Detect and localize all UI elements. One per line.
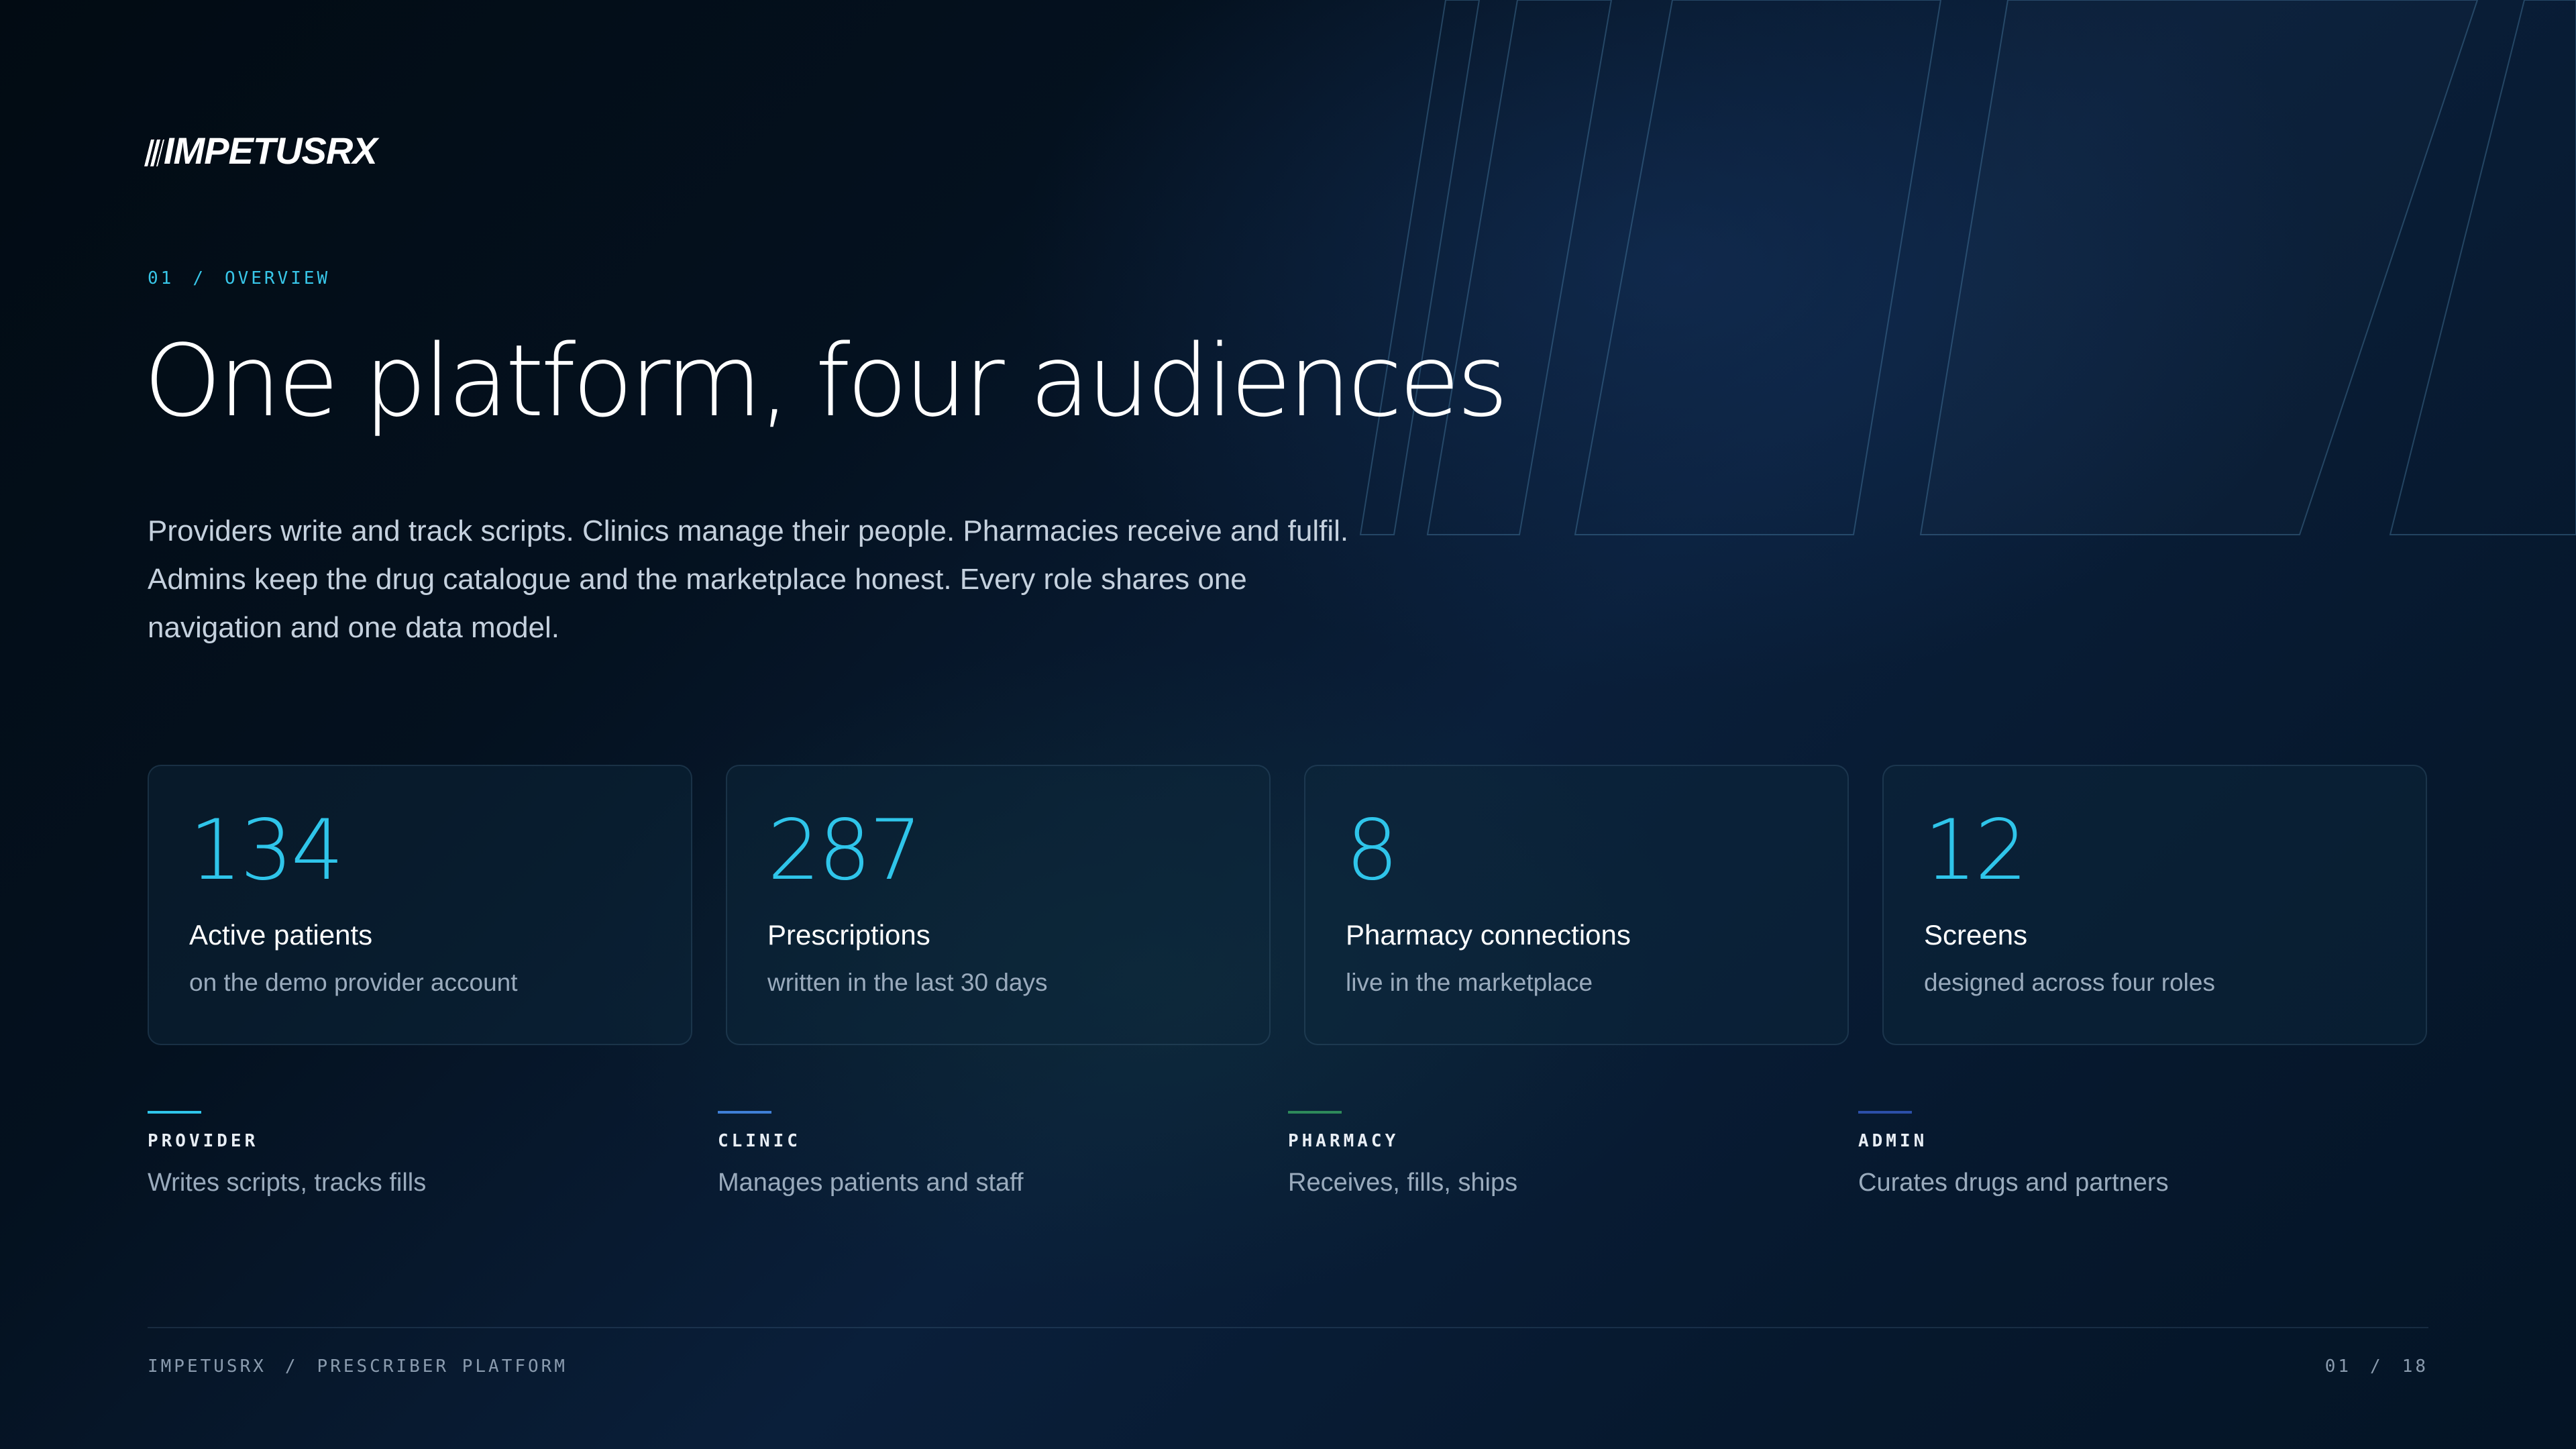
role-accent-rule: [1288, 1111, 1342, 1114]
role-description: Curates drugs and partners: [1858, 1169, 2169, 1197]
role-description: Writes scripts, tracks fills: [148, 1169, 427, 1197]
stat-value: 8: [1346, 802, 1399, 899]
role-admin: ADMIN Curates drugs and partners: [1858, 1111, 2395, 1197]
stat-value: 12: [1924, 802, 2028, 899]
section-eyebrow: 01 / OVERVIEW: [148, 268, 330, 288]
role-accent-rule: [1858, 1111, 1912, 1114]
footer-divider: [148, 1327, 2428, 1328]
section-label: OVERVIEW: [224, 268, 331, 288]
role-name: PROVIDER: [148, 1131, 259, 1151]
logo-mark-icon: [144, 140, 164, 166]
roles-list: PROVIDER Writes scripts, tracks fills CL…: [148, 1111, 2428, 1218]
role-name: PHARMACY: [1288, 1131, 1399, 1151]
role-name: CLINIC: [718, 1131, 801, 1151]
section-number: 01: [148, 268, 174, 288]
stat-value: 134: [189, 802, 344, 899]
footer-separator: /: [284, 1356, 299, 1377]
stat-label: Active patients: [189, 919, 373, 951]
decorative-slanted-panels: [1359, 0, 2576, 535]
footer-brand: IMPETUSRX: [148, 1356, 266, 1377]
stat-label: Screens: [1924, 919, 2028, 951]
footer-breadcrumb: IMPETUSRX / PRESCRIBER PLATFORM: [148, 1356, 568, 1377]
stat-card-pharmacy-connections: 8 Pharmacy connections live in the marke…: [1304, 765, 1849, 1045]
role-accent-rule: [718, 1111, 771, 1114]
stat-value: 287: [767, 802, 922, 899]
brand-logo: IMPETUSRX: [144, 129, 378, 172]
logo-text: IMPETUSRX: [164, 129, 378, 172]
role-description: Manages patients and staff: [718, 1169, 1024, 1197]
stat-subtext: on the demo provider account: [189, 969, 518, 996]
footer-product: PRESCRIBER PLATFORM: [317, 1356, 568, 1377]
page-separator: /: [2370, 1356, 2383, 1377]
role-accent-rule: [148, 1111, 201, 1114]
page-title: One platform, four audiences: [144, 323, 1509, 439]
stat-subtext: written in the last 30 days: [767, 969, 1048, 996]
stat-card-active-patients: 134 Active patients on the demo provider…: [148, 765, 692, 1045]
page-counter: 01 / 18: [2325, 1356, 2428, 1377]
role-description: Receives, fills, ships: [1288, 1169, 1518, 1197]
stat-subtext: designed across four roles: [1924, 969, 2215, 996]
role-provider: PROVIDER Writes scripts, tracks fills: [148, 1111, 684, 1197]
role-clinic: CLINIC Manages patients and staff: [718, 1111, 1254, 1197]
stat-card-screens: 12 Screens designed across four roles: [1882, 765, 2427, 1045]
stat-label: Prescriptions: [767, 919, 930, 951]
stat-subtext: live in the marketplace: [1346, 969, 1593, 996]
role-name: ADMIN: [1858, 1131, 1928, 1151]
stat-label: Pharmacy connections: [1346, 919, 1631, 951]
current-page: 01: [2324, 1356, 2352, 1377]
stats-cards: 134 Active patients on the demo provider…: [148, 765, 2428, 1045]
stat-card-prescriptions: 287 Prescriptions written in the last 30…: [726, 765, 1271, 1045]
total-pages: 18: [2402, 1356, 2428, 1377]
eyebrow-separator: /: [193, 268, 206, 288]
role-pharmacy: PHARMACY Receives, fills, ships: [1288, 1111, 1825, 1197]
intro-paragraph: Providers write and track scripts. Clini…: [148, 515, 1349, 644]
